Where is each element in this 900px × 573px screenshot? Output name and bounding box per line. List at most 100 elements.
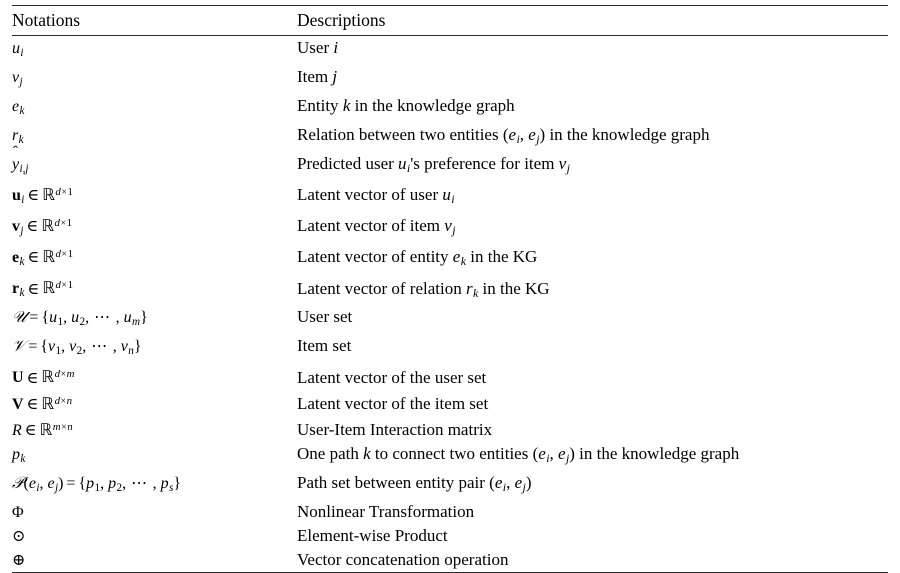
description-entity-k: Entity k in the knowledge graph — [297, 94, 888, 123]
description-latent-user: Latent vector of user ui — [297, 181, 888, 212]
symbol-r: r — [465, 278, 473, 298]
description-text-prefix: One path — [297, 444, 359, 464]
notation-bold-V: V ∈ ℝd×n — [12, 390, 297, 416]
subscript-k: k — [18, 133, 24, 146]
description-text-mid: to connect two entities — [374, 444, 529, 464]
symbol-u: u — [398, 153, 407, 173]
notation-oplus: ⊕ — [12, 548, 297, 572]
table-header: Notations Descriptions — [12, 6, 888, 35]
symbol-equals: = — [66, 475, 76, 493]
subscript-k: k — [19, 104, 25, 117]
description-text-prefix: Latent vector of entity — [297, 247, 449, 267]
superscript-d-x-m: d×m — [54, 368, 75, 381]
table-row: ⊙ Element-wise Product — [12, 524, 888, 548]
symbol-equals: = — [28, 338, 38, 356]
symbol-bold-U: U — [12, 369, 24, 387]
symbol-element-of: ∈ — [27, 249, 40, 267]
notation-table-body: ui User i vj Item j ek Entity k in the k… — [12, 36, 888, 572]
superscript-d-x-1: d×1 — [55, 279, 73, 292]
notation-table-container: Notations Descriptions ui User i vj Item… — [12, 5, 888, 573]
table-row: U ∈ ℝd×m Latent vector of the user set — [12, 363, 888, 389]
description-latent-item: Latent vector of item vj — [297, 212, 888, 243]
table-row: 𝒱 = {v1, v2, ⋯ , vn} Item set — [12, 334, 888, 363]
symbol-u: u — [442, 184, 451, 204]
description-relation: Relation between two entities (ei, ej) i… — [297, 123, 888, 152]
description-nonlinear-transformation: Nonlinear Transformation — [297, 502, 475, 522]
symbol-R: R — [12, 422, 22, 440]
subscript-j: j — [20, 225, 24, 238]
notation-y-hat-ij: ̂yi,j — [12, 152, 297, 181]
description-text: User — [297, 38, 330, 57]
symbol-blackboard-r: ℝ — [41, 393, 55, 413]
description-elementwise-product: Element-wise Product — [297, 526, 448, 546]
description-text-suffix: in the knowledge graph — [579, 444, 740, 464]
symbol-element-of: ∈ — [24, 422, 37, 440]
superscript-d-x-1: d×1 — [55, 185, 73, 198]
notation-e-k: ek — [12, 94, 297, 123]
symbol-k: k — [363, 444, 371, 464]
description-text-prefix: Path set between entity pair — [297, 473, 485, 493]
description-item-j: Item j — [297, 65, 888, 94]
notation-bold-U: U ∈ ℝd×m — [12, 363, 297, 389]
superscript-m-x-n: m×n — [52, 420, 73, 433]
description-text: Item — [297, 66, 329, 86]
description-text-suffix: in the knowledge graph — [549, 124, 710, 144]
notation-R-matrix: R ∈ ℝm×n — [12, 416, 297, 442]
symbol-blackboard-r: ℝ — [39, 420, 53, 440]
notation-phi: Φ — [12, 500, 297, 524]
description-latent-user-set: Latent vector of the user set — [297, 367, 487, 387]
symbol-element-of: ∈ — [26, 218, 39, 236]
symbol-blackboard-r: ℝ — [41, 367, 55, 387]
symbol-equals: = — [29, 309, 39, 327]
description-text-prefix: Latent vector of item — [297, 216, 441, 236]
symbol-u: u — [12, 40, 20, 57]
description-latent-entity: Latent vector of entity ek in the KG — [297, 243, 888, 274]
notation-bold-e-k: ek ∈ ℝd×1 — [12, 243, 297, 274]
table-row: ̂yi,j Predicted user ui's preference for… — [12, 152, 888, 181]
symbol-blackboard-r: ℝ — [42, 278, 55, 298]
symbol-i: i — [333, 38, 339, 57]
table-row: rk Relation between two entities (ei, ej… — [12, 123, 888, 152]
symbol-element-of: ∈ — [26, 395, 39, 413]
set-braces: {v1, v2, ⋯ , vn} — [40, 338, 142, 358]
table-row: R ∈ ℝm×n User-Item Interaction matrix — [12, 416, 888, 442]
table-row: ⊕ Vector concatenation operation — [12, 548, 888, 572]
subscript-j: j — [19, 75, 23, 88]
symbol-circled-dot: ⊙ — [12, 528, 26, 546]
symbol-phi: Φ — [12, 504, 24, 522]
symbol-element-of: ∈ — [27, 280, 40, 298]
description-text-prefix: Predicted user — [297, 153, 394, 173]
header-row: Notations Descriptions — [12, 6, 888, 35]
symbol-p: p — [12, 446, 20, 464]
subscript-k: k — [473, 285, 479, 300]
symbol-bold-v: v — [12, 218, 20, 236]
symbol-cal-p: 𝒫 — [12, 473, 24, 493]
notation-u-i: ui — [12, 36, 297, 65]
description-text-suffix: in the KG — [482, 278, 550, 298]
entity-pair: (ei, ej) — [532, 444, 575, 466]
description-text-prefix: Latent vector of user — [297, 184, 439, 204]
column-header-notations: Notations — [12, 10, 81, 30]
description-text-prefix: Latent vector of relation — [297, 278, 462, 298]
set-braces: {p1, p2, ⋯ , ps} — [78, 475, 182, 495]
table-row: ek ∈ ℝd×1 Latent vector of entity ek in th… — [12, 243, 888, 274]
notation-bold-u-i: ui ∈ ℝd×1 — [12, 181, 297, 212]
notation-user-set: 𝒰 = {u1, u2, ⋯ , um} — [12, 305, 297, 334]
subscript-i-j: i,j — [19, 162, 29, 175]
table-row: 𝒰 = {u1, u2, ⋯ , um} User set — [12, 305, 888, 334]
subscript-i: i — [20, 46, 24, 59]
symbol-element-of: ∈ — [26, 369, 39, 387]
symbol-cal-u: 𝒰 — [12, 307, 27, 327]
description-vector-concatenation: Vector concatenation operation — [297, 550, 509, 570]
symbol-blackboard-r: ℝ — [42, 247, 55, 267]
notation-odot: ⊙ — [12, 524, 297, 548]
table-row: ui User i — [12, 36, 888, 65]
table-row: vj ∈ ℝd×1 Latent vector of item vj — [12, 212, 888, 243]
symbol-element-of: ∈ — [27, 186, 40, 204]
column-header-descriptions: Descriptions — [297, 10, 386, 30]
subscript-k: k — [460, 254, 466, 269]
subscript-i: i — [451, 192, 455, 207]
subscript-j: j — [452, 223, 456, 238]
description-latent-item-set: Latent vector of the item set — [297, 393, 489, 413]
symbol-blackboard-r: ℝ — [41, 216, 55, 236]
